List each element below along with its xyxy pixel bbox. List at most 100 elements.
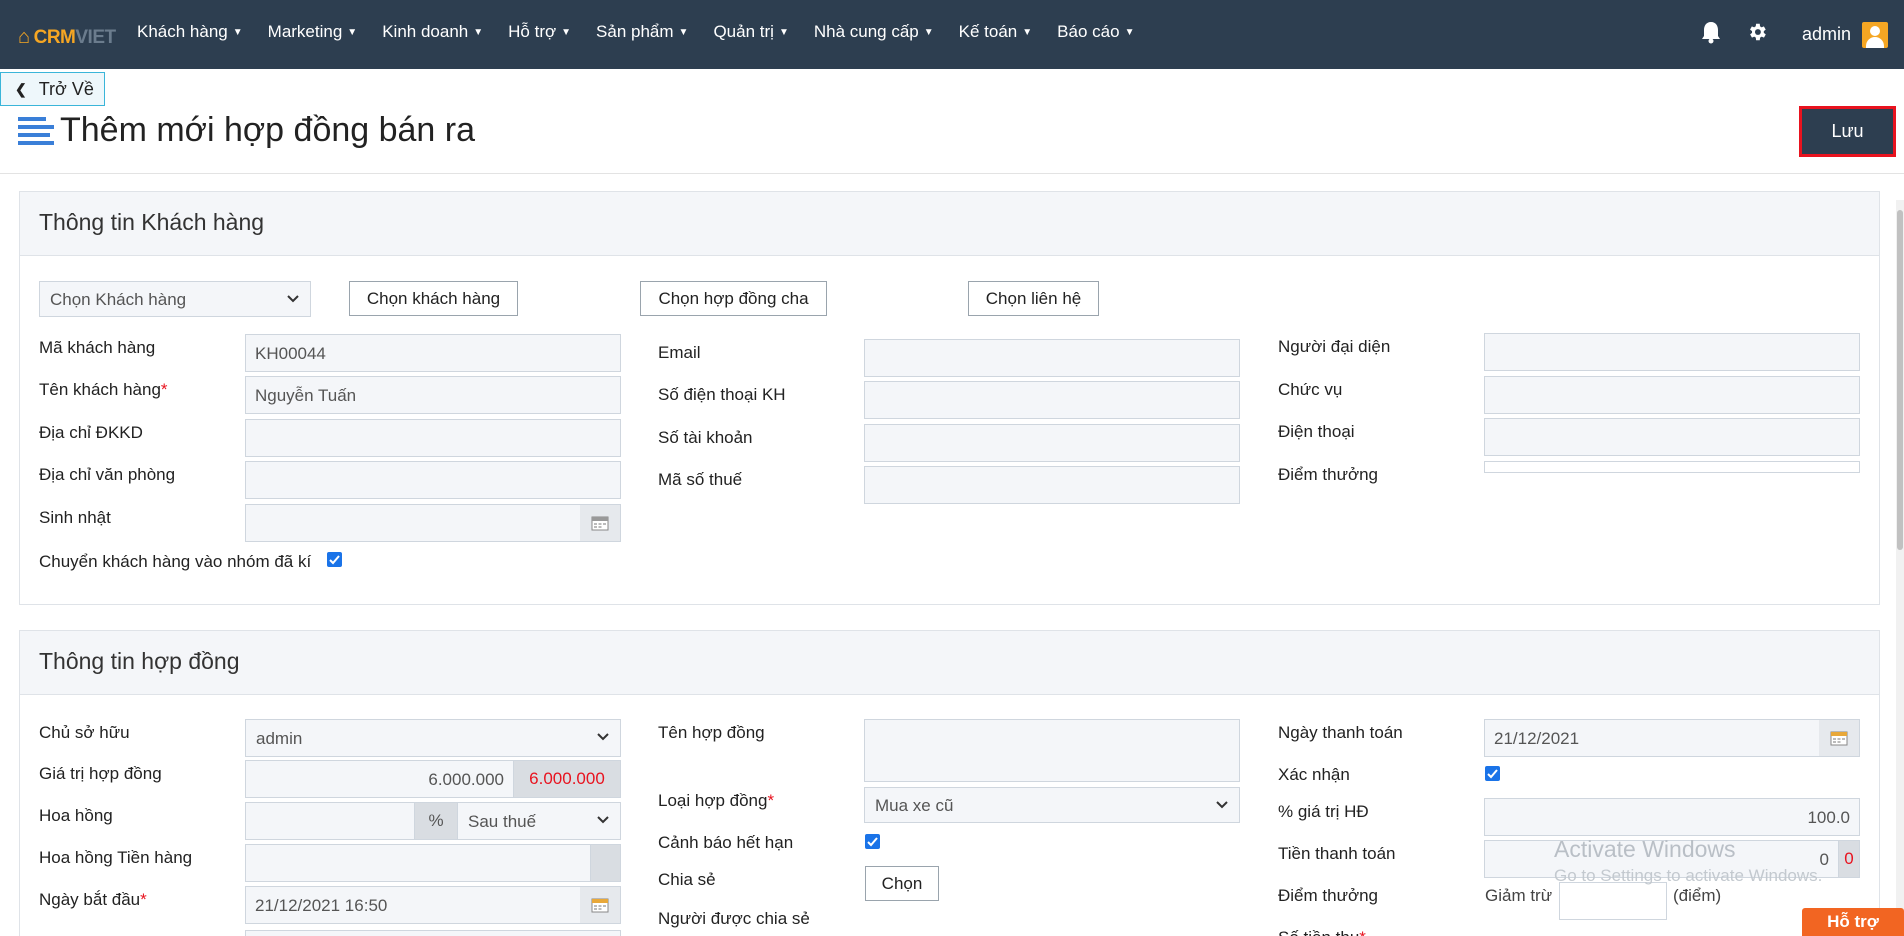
nav-item-suppliers[interactable]: Nhà cung cấp ▼ [814,22,946,42]
chevron-down-icon [597,733,609,741]
save-button[interactable]: Lưu [1799,106,1896,157]
caret-down-icon: ▼ [473,27,484,38]
caret-down-icon: ▼ [1022,27,1033,38]
customer-info-panel: Thông tin Khách hàng Chọn Khách hàng Chọ… [19,191,1880,605]
caret-down-icon: ▼ [923,27,934,38]
expiry-warning-checkbox[interactable] [865,834,880,849]
contract-info-heading: Thông tin hợp đồng [20,631,1879,695]
goods-commission-input[interactable] [245,844,591,882]
nav-item-admin[interactable]: Quản trị ▼ [713,22,800,42]
office-address-input[interactable] [245,461,621,499]
start-date-input[interactable]: 21/12/2021 16:50 [245,886,621,924]
nav-item-marketing[interactable]: Marketing ▼ [268,22,370,42]
help-button[interactable]: Hỗ trợ [1802,908,1904,936]
customer-phone-input[interactable] [864,381,1240,419]
representative-input[interactable] [1484,333,1860,371]
calendar-icon[interactable] [580,887,620,923]
nav-item-accounting[interactable]: Kế toán ▼ [959,22,1045,42]
contract-percent-label: % giá trị HĐ [1278,802,1369,821]
activate-windows-subtitle: Go to Settings to activate Windows. [1554,866,1823,885]
choose-contact-button[interactable]: Chọn liên hệ [968,281,1099,316]
tax-code-label: Mã số thuế [658,470,743,489]
nav-item-products[interactable]: Sản phẩm ▼ [596,22,700,42]
nav-item-support[interactable]: Hỗ trợ ▼ [508,22,583,42]
commission-input[interactable] [245,802,415,840]
chevron-down-icon [1216,801,1228,809]
tax-code-input[interactable] [864,466,1240,504]
customer-code-label: Mã khách hàng [39,338,156,357]
tax-mode-select[interactable]: Sau thuế [457,802,621,840]
nav-item-sales[interactable]: Kinh doanh ▼ [382,22,495,42]
contract-value-total: 6.000.000 [513,760,621,798]
chevron-left-icon: ❮ [15,80,27,97]
confirm-checkbox[interactable] [1485,766,1500,781]
brand-logo[interactable]: ⌂ CRM VIET [18,26,116,49]
account-number-input[interactable] [864,424,1240,462]
caret-down-icon: ▼ [232,27,243,38]
choose-parent-contract-button[interactable]: Chọn hợp đồng cha [640,281,827,316]
registered-address-label: Địa chỉ ĐKKD [39,423,143,442]
nav-item-customers[interactable]: Khách hàng ▼ [137,22,255,42]
share-label: Chia sẻ [658,870,716,889]
owner-select[interactable]: admin [245,719,621,757]
office-address-label: Địa chỉ văn phòng [39,465,176,484]
contract-type-select[interactable]: Mua xe cũ [864,787,1240,823]
email-label: Email [658,343,701,362]
nav-item-reports[interactable]: Báo cáo ▼ [1057,22,1146,42]
goods-commission-addon [590,844,621,882]
main-nav: Khách hàng ▼ Marketing ▼ Kinh doanh ▼ Hỗ tr… [137,22,1159,42]
chevron-down-icon [597,816,609,824]
contract-name-textarea[interactable] [864,719,1240,782]
caret-down-icon: ▼ [561,27,572,38]
caret-down-icon: ▼ [1124,27,1135,38]
page-title: Thêm mới hợp đồng bán ra [60,111,476,149]
contract-value-label: Giá trị hợp đồng [39,764,162,783]
calendar-icon[interactable] [580,505,620,541]
logo-mark-icon: ⌂ [18,26,30,48]
back-button-label: Trở Về [38,78,94,99]
email-input[interactable] [864,339,1240,377]
end-date-input[interactable] [245,930,621,936]
contract-points-label: Điểm thưởng [1278,886,1379,905]
calendar-icon[interactable] [1819,720,1859,756]
chevron-down-icon [287,295,299,303]
start-date-label: Ngày bắt đầu* [39,890,147,909]
caret-down-icon: ▼ [347,27,358,38]
logo-crm-text: CRM [33,26,76,48]
reward-points-input[interactable] [1484,461,1860,473]
payment-date-input[interactable]: 21/12/2021 [1484,719,1860,757]
move-to-signed-group-label: Chuyển khách hàng vào nhóm đã kí [39,552,312,571]
divider [0,173,1904,174]
customer-name-input[interactable]: Nguyễn Tuấn [245,376,621,414]
contract-value-input[interactable]: 6.000.000 [245,760,514,798]
position-label: Chức vụ [1278,380,1343,399]
contract-percent-input[interactable]: 100.0 [1484,798,1860,836]
customer-code-input[interactable]: KH00044 [245,334,621,372]
deduct-points-input[interactable] [1559,882,1667,920]
rep-phone-label: Điện thoại [1278,422,1355,441]
reward-points-label: Điểm thưởng [1278,465,1379,484]
payment-amount-remain: 0 [1838,840,1860,878]
registered-address-input[interactable] [245,419,621,457]
share-choose-button[interactable]: Chọn [865,866,939,901]
position-input[interactable] [1484,376,1860,414]
bell-icon[interactable] [1700,20,1722,44]
user-name[interactable]: admin [1802,24,1851,45]
contract-type-label: Loại hợp đồng* [658,791,775,810]
customer-select[interactable]: Chọn Khách hàng [39,281,311,317]
avatar[interactable] [1862,22,1888,48]
back-button[interactable]: ❮ Trở Về [0,72,105,106]
move-to-signed-group-checkbox[interactable] [327,552,342,567]
customer-phone-label: Số điện thoại KH [658,385,786,404]
percent-addon: % [414,802,458,840]
customer-name-label: Tên khách hàng* [39,380,168,399]
choose-customer-button[interactable]: Chọn khách hàng [349,281,518,316]
scrollbar[interactable] [1896,200,1904,936]
commission-label: Hoa hồng [39,806,113,825]
birthday-input[interactable] [245,504,621,542]
goods-commission-label: Hoa hồng Tiền hàng [39,848,193,867]
customer-info-heading: Thông tin Khách hàng [20,192,1879,256]
contract-info-panel: Thông tin hợp đồng Chủ sở hữu admin Giá … [19,630,1880,936]
rep-phone-input[interactable] [1484,418,1860,456]
gear-icon[interactable] [1746,21,1768,43]
